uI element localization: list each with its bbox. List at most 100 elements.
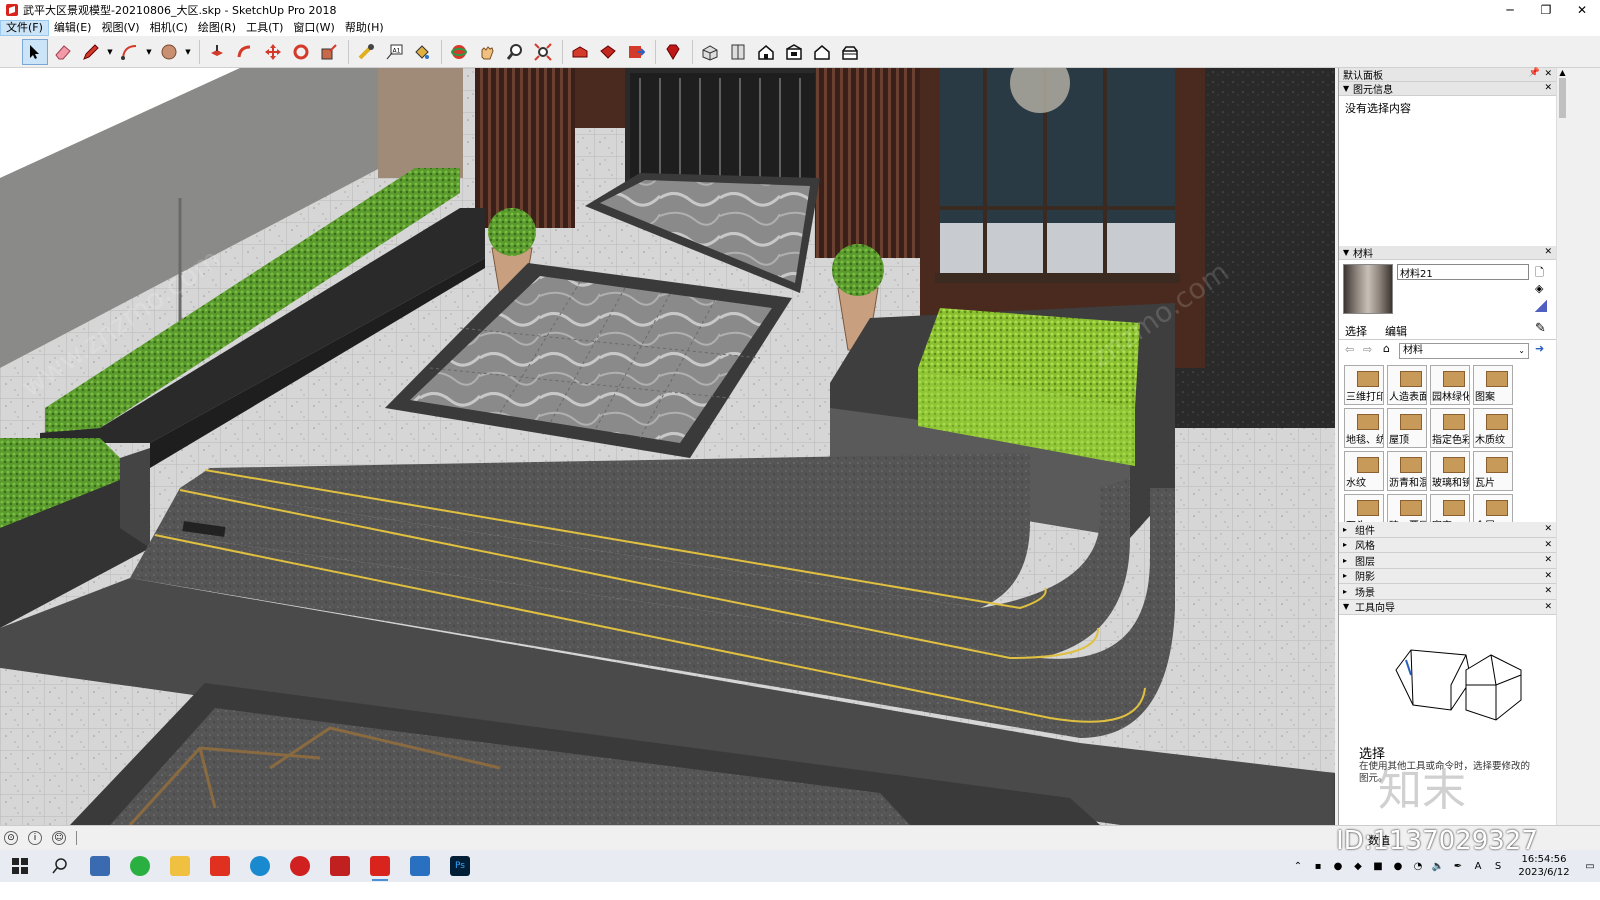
follow-me-tool-button[interactable] bbox=[232, 39, 258, 65]
photo-app[interactable] bbox=[400, 850, 440, 882]
right-view-button[interactable] bbox=[781, 39, 807, 65]
forward-arrow-icon[interactable]: ⇨ bbox=[1363, 343, 1372, 356]
shadows-row[interactable]: ▸ 阴影 ✕ bbox=[1339, 568, 1568, 584]
text-tool-button[interactable]: A1 bbox=[381, 39, 407, 65]
move-tool-button[interactable] bbox=[260, 39, 286, 65]
maximize-button[interactable]: ❐ bbox=[1528, 0, 1564, 20]
styles-row[interactable]: ▸ 风格 ✕ bbox=[1339, 537, 1568, 553]
wps-app[interactable] bbox=[200, 850, 240, 882]
orbit-tool-button[interactable] bbox=[446, 39, 472, 65]
calculator-app[interactable] bbox=[80, 850, 120, 882]
wechat-app[interactable] bbox=[120, 850, 160, 882]
material-folder-item[interactable]: 窗帘 bbox=[1430, 494, 1470, 522]
eyedropper-icon[interactable]: ✎ bbox=[1535, 321, 1546, 336]
tab-edit[interactable]: 编辑 bbox=[1385, 323, 1407, 339]
scale-tool-button[interactable] bbox=[316, 39, 342, 65]
top-view-button[interactable] bbox=[725, 39, 751, 65]
menu-view[interactable]: 视图(V) bbox=[96, 20, 144, 36]
material-folder-item[interactable]: 指定色彩 bbox=[1430, 408, 1470, 448]
details-arrow-icon[interactable]: ➜ bbox=[1535, 342, 1544, 355]
start-button[interactable] bbox=[0, 850, 40, 882]
photoshop-app[interactable]: Ps bbox=[440, 850, 480, 882]
material-folder-item[interactable]: 石头 bbox=[1344, 494, 1384, 522]
pen-icon[interactable]: ✒ bbox=[1448, 850, 1468, 882]
volume-icon[interactable]: 🔈 bbox=[1428, 850, 1448, 882]
menu-draw[interactable]: 绘图(R) bbox=[193, 20, 241, 36]
front-view-button[interactable] bbox=[753, 39, 779, 65]
material-folder-item[interactable]: 三维打印 bbox=[1344, 365, 1384, 405]
menu-window[interactable]: 窗口(W) bbox=[288, 20, 339, 36]
user-icon[interactable]: ☺ bbox=[52, 831, 66, 845]
tray-wechat-icon[interactable]: ● bbox=[1388, 850, 1408, 882]
menu-help[interactable]: 帮助(H) bbox=[340, 20, 389, 36]
shape-tool-button[interactable] bbox=[156, 39, 182, 65]
material-folder-item[interactable]: 木质纹 bbox=[1473, 408, 1513, 448]
menu-camera[interactable]: 相机(C) bbox=[145, 20, 193, 36]
pan-tool-button[interactable] bbox=[474, 39, 500, 65]
info-icon[interactable]: i bbox=[28, 831, 42, 845]
sketchup-app[interactable] bbox=[360, 850, 400, 882]
warehouse-button[interactable] bbox=[567, 39, 593, 65]
material-swatch[interactable] bbox=[1343, 264, 1393, 314]
components-row[interactable]: ▸ 组件 ✕ bbox=[1339, 522, 1568, 538]
scroll-thumb[interactable] bbox=[1559, 78, 1566, 118]
material-folder-item[interactable]: 水纹 bbox=[1344, 451, 1384, 491]
close-button[interactable]: ✕ bbox=[1564, 0, 1600, 20]
minimize-button[interactable]: ─ bbox=[1492, 0, 1528, 20]
tray-close-icon[interactable]: ✕ bbox=[1544, 69, 1552, 79]
row-close-icon[interactable]: ✕ bbox=[1544, 571, 1552, 581]
instructor-row[interactable]: ▼ 工具向导 ✕ bbox=[1339, 599, 1568, 615]
layers-row[interactable]: ▸ 图层 ✕ bbox=[1339, 553, 1568, 569]
row-close-icon[interactable]: ✕ bbox=[1544, 555, 1552, 565]
rotate-tool-button[interactable] bbox=[288, 39, 314, 65]
line-tool-button[interactable] bbox=[78, 39, 104, 65]
tray-app-icon[interactable]: ▪ bbox=[1308, 850, 1328, 882]
material-folder-item[interactable]: 瓦片 bbox=[1473, 451, 1513, 491]
extension-warehouse-button[interactable] bbox=[595, 39, 621, 65]
menu-edit[interactable]: 编辑(E) bbox=[49, 20, 97, 36]
material-folder-item[interactable]: 人造表面 bbox=[1387, 365, 1427, 405]
ime-indicator[interactable]: A bbox=[1468, 850, 1488, 882]
create-material-icon[interactable]: 🗋 bbox=[1535, 264, 1544, 283]
netease-app[interactable] bbox=[280, 850, 320, 882]
material-name-input[interactable] bbox=[1397, 264, 1529, 280]
row-close-icon[interactable]: ✕ bbox=[1544, 524, 1552, 534]
left-view-button[interactable] bbox=[837, 39, 863, 65]
sample-paint-icon[interactable] bbox=[1535, 300, 1547, 312]
tray-netease-icon[interactable]: ● bbox=[1328, 850, 1348, 882]
material-folder-item[interactable]: 园林绿化 bbox=[1430, 365, 1470, 405]
tray-app3-icon[interactable]: ■ bbox=[1368, 850, 1388, 882]
paint-bucket-tool-button[interactable] bbox=[409, 39, 435, 65]
materials-header[interactable]: ▼ 材料 ✕ bbox=[1339, 246, 1568, 260]
ruby-console-button[interactable] bbox=[660, 39, 686, 65]
network-icon[interactable]: ◔ bbox=[1408, 850, 1428, 882]
back-view-button[interactable] bbox=[809, 39, 835, 65]
material-folder-item[interactable]: 地毯、纺织 bbox=[1344, 408, 1384, 448]
chevron-up-icon[interactable]: ⌃ bbox=[1288, 850, 1308, 882]
iso-view-button[interactable] bbox=[697, 39, 723, 65]
clock[interactable]: 16:54:56 2023/6/12 bbox=[1508, 853, 1580, 879]
home-icon[interactable]: ⌂ bbox=[1383, 342, 1390, 355]
library-select[interactable]: 材料 ⌄ bbox=[1399, 343, 1529, 359]
explorer-app[interactable] bbox=[160, 850, 200, 882]
tape-measure-tool-button[interactable] bbox=[353, 39, 379, 65]
material-folder-item[interactable]: 屋顶 bbox=[1387, 408, 1427, 448]
landscape-model-render[interactable]: www.znzmo.com znzmo.com bbox=[0, 68, 1335, 825]
row-close-icon[interactable]: ✕ bbox=[1544, 602, 1552, 612]
shape-dropdown-arrow-icon[interactable]: ▼ bbox=[184, 39, 192, 65]
select-tool-button[interactable] bbox=[22, 38, 48, 65]
autocad-app[interactable] bbox=[320, 850, 360, 882]
menu-tools[interactable]: 工具(T) bbox=[241, 20, 288, 36]
geo-location-icon[interactable]: ⊙ bbox=[4, 831, 18, 845]
eraser-tool-button[interactable] bbox=[50, 39, 76, 65]
entity-info-header[interactable]: ▼ 图元信息 ✕ bbox=[1339, 82, 1568, 96]
send-to-layout-button[interactable] bbox=[623, 39, 649, 65]
tab-select[interactable]: 选择 bbox=[1345, 323, 1367, 339]
tray-app2-icon[interactable]: ◆ bbox=[1348, 850, 1368, 882]
panel-scrollbar[interactable]: ▲ bbox=[1556, 68, 1568, 825]
material-folder-item[interactable]: 玻璃和镜 bbox=[1430, 451, 1470, 491]
notification-icon[interactable]: ▭ bbox=[1580, 850, 1600, 882]
pin-icon[interactable]: 📌 bbox=[1529, 68, 1540, 78]
default-material-icon[interactable]: ◈ bbox=[1535, 282, 1543, 295]
zoom-extents-tool-button[interactable] bbox=[530, 39, 556, 65]
